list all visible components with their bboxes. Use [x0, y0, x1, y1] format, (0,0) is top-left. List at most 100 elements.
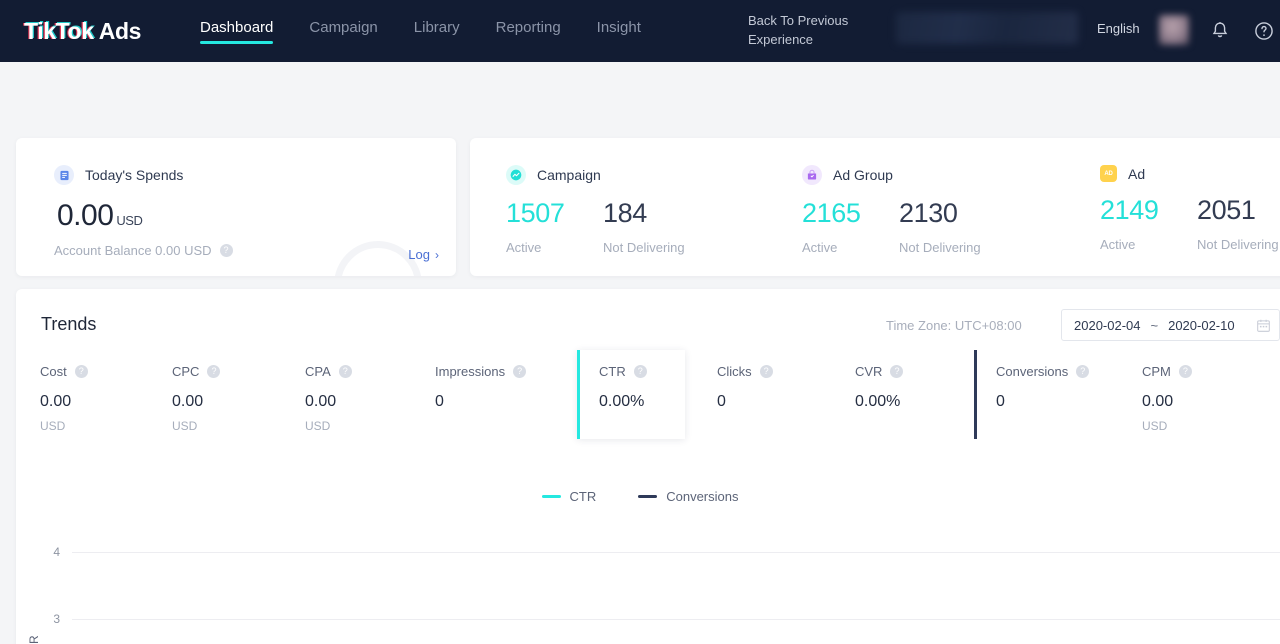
- metric-tile-ctr[interactable]: CTR ? 0.00%: [577, 350, 685, 439]
- ad-active-value: 2149: [1100, 195, 1197, 226]
- legend-item-conversions[interactable]: Conversions: [638, 489, 738, 504]
- main-nav: Dashboard Campaign Library Reporting Ins…: [200, 19, 677, 43]
- campaign-not-delivering-caption: Not Delivering: [603, 240, 700, 255]
- adgroup-stat-values: 2165 Active 2130 Not Delivering: [802, 198, 996, 255]
- account-selector[interactable]: [896, 12, 1078, 44]
- metric-tile-cpc-header: CPC ?: [172, 364, 280, 379]
- logo-ads-text: Ads: [94, 18, 141, 44]
- chart-gridline: [72, 619, 1280, 620]
- nav-item-library[interactable]: Library: [414, 19, 460, 43]
- legend-swatch-conversions: [638, 495, 657, 498]
- spend-amount-currency: USD: [116, 213, 142, 228]
- metric-tile-cvr-help-icon[interactable]: ?: [890, 365, 903, 378]
- metric-tile-cpa-value: 0.00: [305, 393, 413, 411]
- chart-ytick: 3: [34, 612, 60, 626]
- metric-tile-cpc-value: 0.00: [172, 393, 280, 411]
- ad-stat-label: Ad: [1128, 166, 1145, 182]
- chart-ytick: 4: [34, 545, 60, 559]
- chevron-right-icon: ›: [435, 248, 439, 262]
- log-link-label: Log: [408, 247, 430, 262]
- campaign-active-value: 1507: [506, 198, 603, 229]
- calendar-icon[interactable]: [1256, 318, 1271, 338]
- todays-spends-header: Today's Spends: [16, 138, 456, 185]
- ad-not-delivering-value: 2051: [1197, 195, 1280, 226]
- metric-tile-impressions-help-icon[interactable]: ?: [513, 365, 526, 378]
- metric-tile-cpc-label: CPC: [172, 364, 199, 379]
- timezone-label: Time Zone: UTC+08:00: [886, 318, 1022, 333]
- spend-amount-value: 0.00: [57, 199, 113, 232]
- metric-tile-clicks-header: Clicks ?: [717, 364, 825, 379]
- metric-tile-conversions-header: Conversions ?: [977, 364, 1102, 379]
- metric-tile-cvr-header: CVR ?: [855, 364, 963, 379]
- metric-tile-conversions[interactable]: Conversions ? 0: [974, 350, 1102, 439]
- metric-tile-cost-header: Cost ?: [40, 364, 148, 379]
- metric-tile-cpm-label: CPM: [1142, 364, 1171, 379]
- metric-tile-cost-label: Cost: [40, 364, 67, 379]
- trends-chart: 4 3 2: [0, 532, 1280, 644]
- campaign-active-caption: Active: [506, 240, 603, 255]
- back-to-previous-experience-link[interactable]: Back To Previous Experience: [748, 11, 858, 49]
- date-range-separator: ~: [1151, 318, 1159, 333]
- date-range-to: 2020-02-10: [1168, 318, 1235, 333]
- adgroup-stat-header: Ad Group: [802, 165, 996, 185]
- metric-tile-cpm[interactable]: CPM ? 0.00 USD: [1142, 350, 1250, 439]
- legend-label-conversions: Conversions: [666, 489, 738, 504]
- metric-tile-cost[interactable]: Cost ? 0.00 USD: [40, 350, 148, 439]
- app-logo[interactable]: TikTok Ads: [24, 18, 141, 45]
- metric-tile-cpm-value: 0.00: [1142, 393, 1250, 411]
- bell-icon[interactable]: [1208, 19, 1232, 43]
- campaign-stat-header: Campaign: [506, 165, 700, 185]
- nav-item-insight[interactable]: Insight: [597, 19, 641, 43]
- nav-item-dashboard[interactable]: Dashboard: [200, 19, 273, 43]
- metric-tile-cost-help-icon[interactable]: ?: [75, 365, 88, 378]
- metric-tile-cpa[interactable]: CPA ? 0.00 USD: [305, 350, 413, 439]
- language-selector[interactable]: English: [1097, 21, 1140, 36]
- trends-title: Trends: [41, 314, 96, 335]
- metric-tile-conversions-help-icon[interactable]: ?: [1076, 365, 1089, 378]
- metric-tile-conversions-label: Conversions: [996, 364, 1068, 379]
- metric-tile-cpc-unit: USD: [172, 419, 280, 433]
- metric-tile-clicks[interactable]: Clicks ? 0: [717, 350, 825, 439]
- metric-tile-clicks-help-icon[interactable]: ?: [760, 365, 773, 378]
- todays-spends-amount: 0.00USD: [54, 199, 456, 233]
- chart-yaxis-label: CTR: [27, 635, 41, 644]
- logo-tiktok-text: TikTok: [24, 18, 94, 44]
- metric-tile-ctr-help-icon[interactable]: ?: [634, 365, 647, 378]
- todays-spends-card: Today's Spends 0.00USD Account Balance 0…: [16, 138, 456, 276]
- date-range-picker[interactable]: 2020-02-04 ~ 2020-02-10: [1061, 309, 1280, 341]
- account-balance-help-icon[interactable]: ?: [220, 244, 233, 257]
- help-circle-icon[interactable]: [1252, 19, 1276, 43]
- metric-tile-cpm-header: CPM ?: [1142, 364, 1250, 379]
- metric-tile-cpa-help-icon[interactable]: ?: [339, 365, 352, 378]
- metric-tile-cpm-unit: USD: [1142, 419, 1250, 433]
- metric-tile-impressions-value: 0: [435, 393, 575, 411]
- metric-tile-cpc-help-icon[interactable]: ?: [207, 365, 220, 378]
- legend-item-ctr[interactable]: CTR: [542, 489, 597, 504]
- campaign-not-delivering-value: 184: [603, 198, 700, 229]
- metric-tile-cpc[interactable]: CPC ? 0.00 USD: [172, 350, 280, 439]
- campaign-stat-group: Campaign 1507 Active 184 Not Delivering: [506, 165, 700, 255]
- metric-tile-cpm-help-icon[interactable]: ?: [1179, 365, 1192, 378]
- campaign-not-delivering: 184 Not Delivering: [603, 198, 700, 255]
- campaign-stat-label: Campaign: [537, 167, 601, 183]
- adgroup-stat-group: Ad Group 2165 Active 2130 Not Delivering: [802, 165, 996, 255]
- metric-tile-cvr[interactable]: CVR ? 0.00%: [855, 350, 963, 439]
- todays-spends-title: Today's Spends: [85, 167, 183, 183]
- campaign-active: 1507 Active: [506, 198, 603, 255]
- metric-tile-clicks-label: Clicks: [717, 364, 752, 379]
- metric-tiles: Cost ? 0.00 USD CPC ? 0.00 USD CPA ? 0.0…: [0, 350, 1280, 439]
- nav-item-reporting[interactable]: Reporting: [496, 19, 561, 43]
- adgroup-active-value: 2165: [802, 198, 899, 229]
- account-balance-value: Account Balance 0.00 USD: [54, 243, 212, 258]
- metric-tile-impressions-header: Impressions ?: [435, 364, 575, 379]
- avatar[interactable]: [1159, 15, 1189, 45]
- nav-item-campaign[interactable]: Campaign: [309, 19, 377, 43]
- chart-legend: CTR Conversions: [0, 489, 1280, 504]
- ad-active: 2149 Active: [1100, 195, 1197, 252]
- metric-tile-impressions[interactable]: Impressions ? 0: [435, 350, 575, 439]
- metric-tile-cvr-value: 0.00%: [855, 393, 963, 411]
- log-link[interactable]: Log ›: [408, 247, 439, 262]
- ad-not-delivering-caption: Not Delivering: [1197, 237, 1280, 252]
- legend-label-ctr: CTR: [570, 489, 597, 504]
- adgroup-not-delivering: 2130 Not Delivering: [899, 198, 996, 255]
